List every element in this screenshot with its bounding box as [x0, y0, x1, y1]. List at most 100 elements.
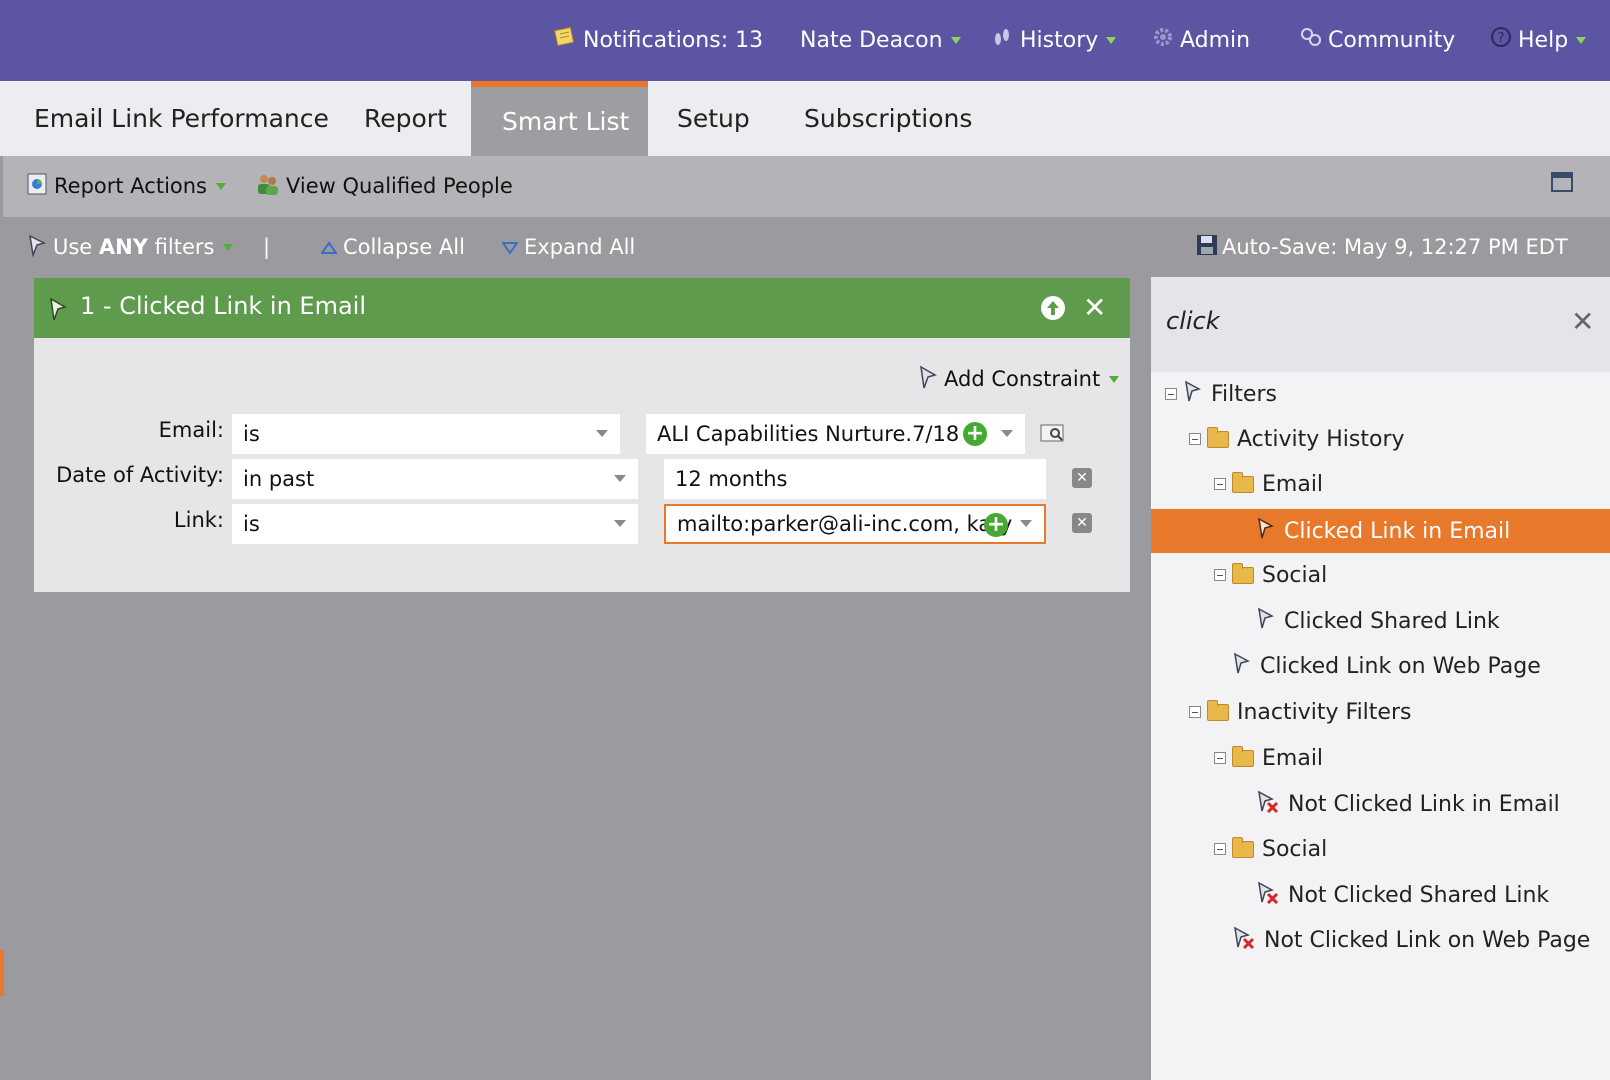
tab-subscriptions[interactable]: Subscriptions: [772, 81, 992, 156]
notifications-label: Notifications: 13: [583, 27, 764, 53]
remove-constraint-icon[interactable]: ✕: [1072, 468, 1092, 488]
expand-all-label: Expand All: [524, 235, 636, 259]
history-label: History: [1020, 27, 1099, 53]
report-toolbar: Report Actions View Qualified People: [3, 156, 1610, 217]
chevron-down-icon: [1106, 36, 1117, 44]
help-menu[interactable]: ? Help: [1490, 22, 1587, 58]
save-disk-icon: [1196, 234, 1218, 261]
tab-email-link-performance[interactable]: Email Link Performance: [3, 81, 333, 156]
notifications-link[interactable]: Notifications: 13: [553, 22, 763, 58]
filter-card: 1 - Clicked Link in Email ✕ Add Constrai…: [34, 278, 1130, 592]
collapse-icon: [1189, 433, 1201, 445]
filter-logic-menu[interactable]: Use ANY filters: [27, 231, 234, 263]
email-label: Email:: [158, 418, 224, 442]
link-operator-select[interactable]: is: [232, 504, 638, 544]
funnel-icon: [1183, 379, 1203, 409]
tree-label: Email: [1262, 471, 1324, 497]
folder-icon: [1207, 426, 1229, 448]
user-menu[interactable]: Nate Deacon: [800, 22, 961, 58]
link-value: mailto:parker@ali-inc.com, kary: [677, 512, 1013, 536]
filter-search-input[interactable]: click: [1166, 307, 1220, 335]
tree-node-not-clicked-shared-link[interactable]: Not Clicked Shared Link: [1151, 873, 1610, 917]
view-qualified-people-button[interactable]: View Qualified People: [255, 170, 513, 202]
tree-node-activity-history[interactable]: Activity History: [1151, 417, 1610, 461]
tree-label: Clicked Link in Email: [1284, 518, 1511, 544]
funnel-icon: [27, 233, 49, 262]
tree-node-social[interactable]: Social: [1151, 553, 1610, 597]
add-value-icon[interactable]: +: [984, 513, 1008, 537]
admin-label: Admin: [1180, 27, 1251, 53]
history-menu[interactable]: History: [990, 22, 1117, 58]
gear-icon: [1152, 26, 1174, 54]
email-value-select[interactable]: ALI Capabilities Nurture.7/18 C +: [646, 414, 1025, 454]
add-value-icon[interactable]: +: [963, 422, 987, 446]
report-actions-menu[interactable]: Report Actions: [26, 170, 226, 202]
tree-node-clicked-shared-link[interactable]: Clicked Shared Link: [1151, 599, 1610, 643]
chevron-down-icon: [1576, 36, 1587, 44]
date-value: 12 months: [675, 467, 788, 491]
use-any-label: ANY: [98, 235, 148, 259]
tree-label: Not Clicked Shared Link: [1288, 882, 1550, 908]
tree-node-clicked-link-on-web-page[interactable]: Clicked Link on Web Page: [1151, 644, 1610, 688]
tree-node-filters[interactable]: Filters: [1151, 372, 1610, 416]
tab-smart-list[interactable]: Smart List: [471, 81, 648, 156]
admin-link[interactable]: Admin: [1152, 22, 1250, 58]
expand-all-button[interactable]: Expand All: [501, 231, 636, 263]
preview-email-icon[interactable]: [1040, 422, 1066, 448]
collapse-all-label: Collapse All: [343, 235, 465, 259]
report-icon: [26, 172, 48, 201]
tree-node-clicked-link-in-email[interactable]: Clicked Link in Email: [1151, 509, 1610, 553]
email-operator-value: is: [243, 422, 260, 446]
date-of-activity-label: Date of Activity:: [56, 463, 224, 487]
folder-icon: [1232, 471, 1254, 493]
collapse-icon: [1214, 752, 1226, 764]
collapse-icon: [1189, 706, 1201, 718]
view-qualified-label: View Qualified People: [286, 174, 513, 198]
filter-search-box[interactable]: click ✕: [1151, 277, 1610, 372]
email-operator-select[interactable]: is: [232, 414, 620, 454]
tree-node-inactivity-filters[interactable]: Inactivity Filters: [1151, 690, 1610, 734]
tree-label: Not Clicked Link in Email: [1288, 791, 1560, 817]
tree-node-not-clicked-link-on-web-page[interactable]: Not Clicked Link on Web Page: [1151, 918, 1610, 962]
collapse-icon: [1214, 843, 1226, 855]
collapse-icon: [1165, 388, 1177, 400]
tree-node-email[interactable]: Email: [1151, 462, 1610, 506]
filter-title: 1 - Clicked Link in Email: [80, 292, 367, 320]
use-prefix: Use: [53, 235, 99, 259]
add-constraint-button[interactable]: Add Constraint: [918, 364, 1120, 394]
tree-node-social[interactable]: Social: [1151, 827, 1610, 871]
footsteps-icon: [990, 26, 1014, 54]
collapse-all-button[interactable]: Collapse All: [320, 231, 465, 263]
autosave-label: Auto-Save: May 9, 12:27 PM EDT: [1222, 235, 1568, 259]
funnel-icon: [48, 296, 70, 326]
date-value-input[interactable]: 12 months: [664, 459, 1046, 499]
chevron-down-icon: [950, 36, 961, 44]
not-funnel-icon: [1232, 925, 1256, 955]
folder-icon: [1232, 562, 1254, 584]
filter-logic-bar: Use ANY filters | Collapse All Expand Al…: [3, 217, 1610, 277]
tab-report[interactable]: Report: [333, 81, 471, 156]
tree-label: Not Clicked Link on Web Page: [1264, 927, 1591, 953]
tree-node-email[interactable]: Email: [1151, 736, 1610, 780]
chevron-down-icon: [223, 243, 234, 251]
filter-card-header[interactable]: 1 - Clicked Link in Email ✕: [34, 278, 1130, 338]
funnel-icon: [1232, 651, 1252, 681]
tab-setup[interactable]: Setup: [648, 81, 768, 156]
maximize-icon[interactable]: [1551, 172, 1573, 192]
clear-search-icon[interactable]: ✕: [1571, 305, 1594, 338]
link-value-select[interactable]: mailto:parker@ali-inc.com, kary +: [664, 504, 1046, 544]
chevron-down-icon: [1020, 520, 1032, 527]
tree-label: Inactivity Filters: [1237, 699, 1412, 725]
remove-constraint-icon[interactable]: ✕: [1072, 513, 1092, 533]
remove-filter-icon[interactable]: ✕: [1083, 294, 1106, 322]
date-operator-select[interactable]: in past: [232, 459, 638, 499]
community-link[interactable]: Community: [1300, 22, 1455, 58]
report-actions-label: Report Actions: [54, 174, 207, 198]
community-label: Community: [1328, 27, 1456, 53]
tree-node-not-clicked-link-in-email[interactable]: Not Clicked Link in Email: [1151, 782, 1610, 826]
move-up-icon[interactable]: [1041, 296, 1065, 320]
chevron-down-icon: [216, 182, 226, 190]
link-label: Link:: [173, 508, 224, 532]
autosave-status: Auto-Save: May 9, 12:27 PM EDT: [1196, 231, 1568, 263]
left-edge-accent: [0, 950, 4, 996]
